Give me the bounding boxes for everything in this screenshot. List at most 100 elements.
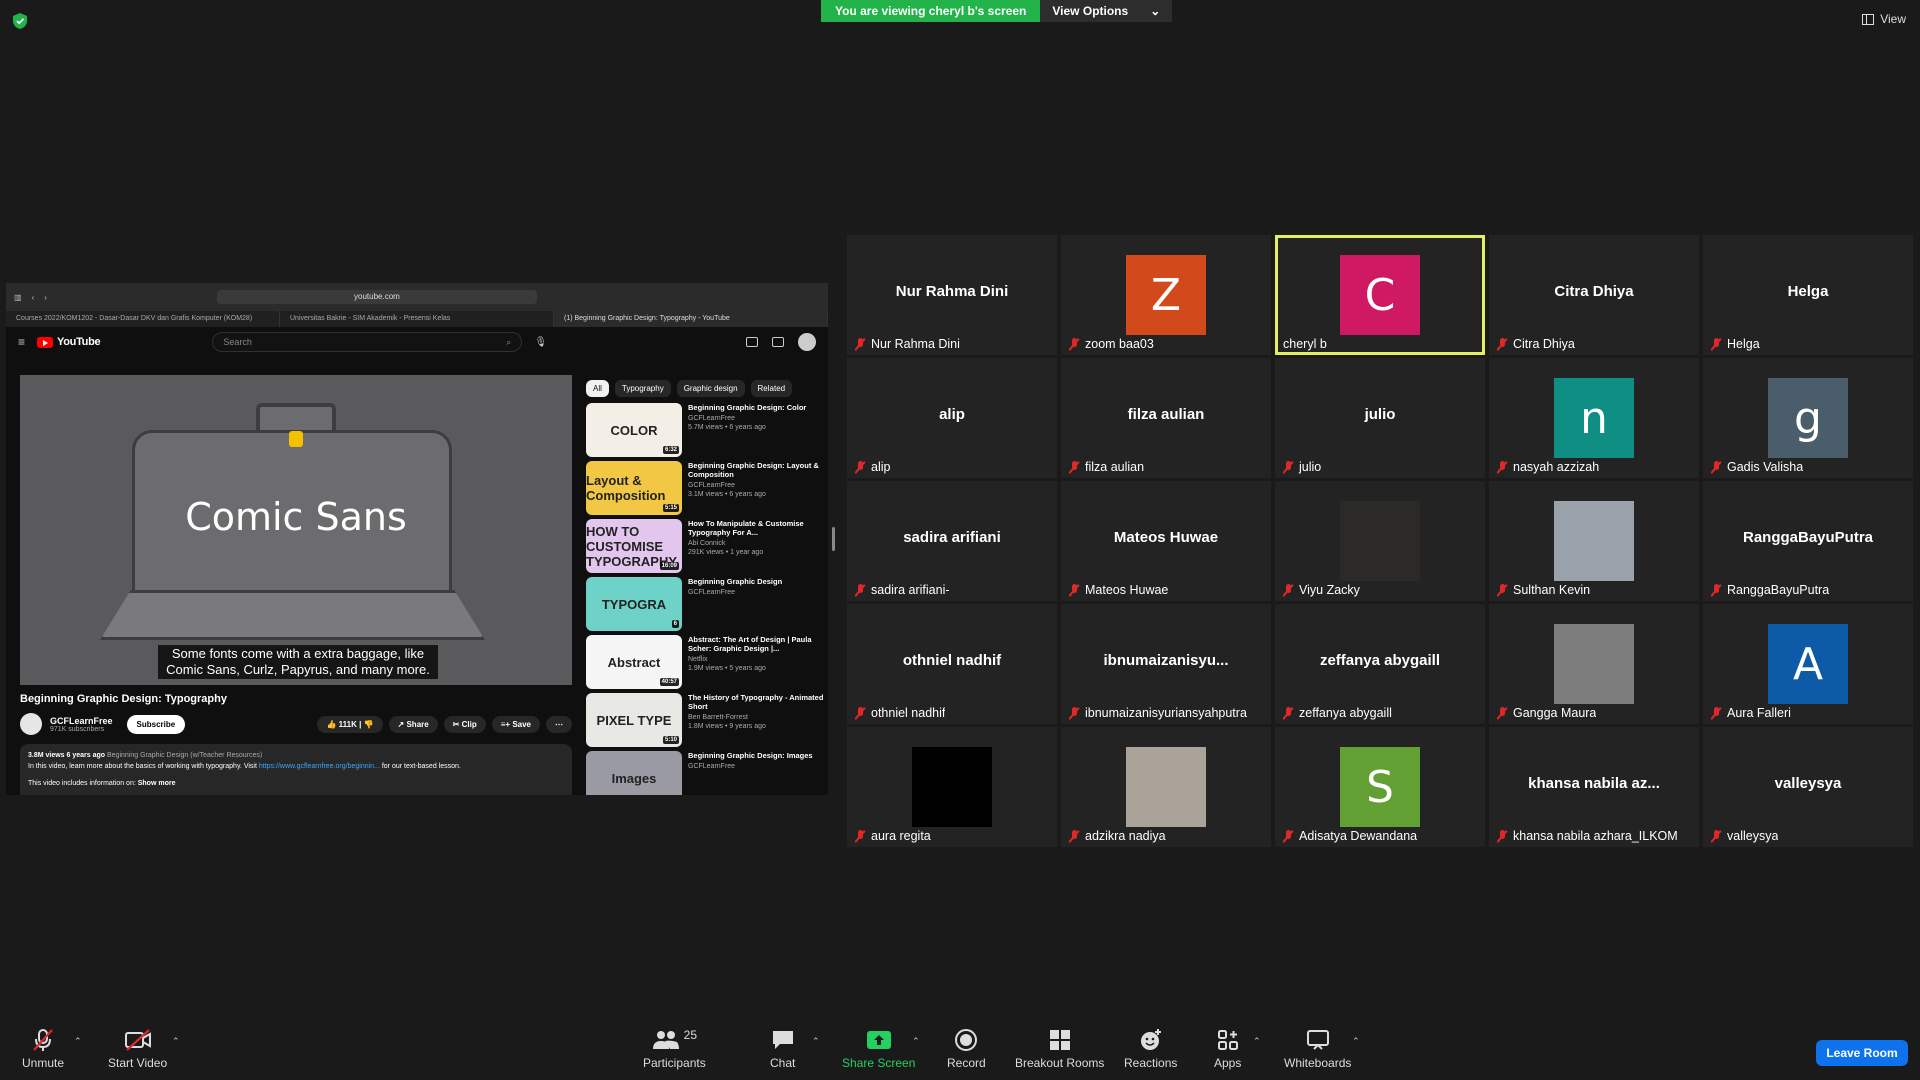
back-icon[interactable]: ‹ bbox=[32, 293, 35, 302]
reactions-button[interactable]: Reactions bbox=[1124, 1028, 1177, 1070]
channel-name[interactable]: GCFLearnFree bbox=[50, 716, 113, 726]
channel-avatar[interactable] bbox=[20, 713, 42, 735]
participant-tile[interactable]: filza aulian filza aulian bbox=[1061, 358, 1271, 478]
recommendation-title[interactable]: Beginning Graphic Design: Images bbox=[688, 751, 813, 760]
participant-tile[interactable]: Gangga Maura bbox=[1489, 604, 1699, 724]
clip-button[interactable]: ✂ Clip bbox=[443, 715, 486, 733]
participant-tile[interactable]: alip alip bbox=[847, 358, 1057, 478]
participant-tile[interactable]: Mateos Huwae Mateos Huwae bbox=[1061, 481, 1271, 601]
desc-playlist[interactable]: Beginning Graphic Design (w/Teacher Reso… bbox=[107, 752, 262, 759]
share-button[interactable]: ↗ Share bbox=[388, 715, 438, 733]
whiteboards-options-caret[interactable]: ⌃ bbox=[1352, 1036, 1360, 1047]
leave-room-button[interactable]: Leave Room bbox=[1816, 1040, 1908, 1066]
chat-options-caret[interactable]: ⌃ bbox=[812, 1036, 820, 1047]
recommendation-item[interactable]: PIXEL TYPE 5:10 The History of Typography … bbox=[586, 693, 826, 750]
recommendation-title[interactable]: Beginning Graphic Design: Color bbox=[688, 403, 806, 412]
breakout-rooms-button[interactable]: Breakout Rooms bbox=[1015, 1028, 1104, 1070]
microphone-icon[interactable]: 🎙 bbox=[534, 337, 547, 348]
sidebar-toggle-icon[interactable]: ▥ bbox=[14, 293, 22, 302]
participant-tile[interactable]: g Gadis Valisha bbox=[1703, 358, 1913, 478]
create-icon[interactable] bbox=[746, 337, 758, 347]
participant-tile[interactable]: adzikra nadiya bbox=[1061, 727, 1271, 847]
unmute-button[interactable]: Unmute bbox=[22, 1028, 64, 1070]
youtube-search-input[interactable]: Search ⌕ bbox=[212, 332, 523, 352]
filter-chip[interactable]: Graphic design bbox=[676, 380, 745, 397]
browser-tab[interactable]: Universitas Bakrie - SIM Akademik - Pres… bbox=[280, 311, 554, 327]
participant-tile[interactable]: julio julio bbox=[1275, 358, 1485, 478]
whiteboards-button[interactable]: Whiteboards bbox=[1284, 1028, 1351, 1070]
recommendation-title[interactable]: The History of Typography - Animated Sho… bbox=[688, 693, 826, 711]
menu-icon[interactable]: ≡ bbox=[18, 335, 25, 349]
apps-options-caret[interactable]: ⌃ bbox=[1253, 1036, 1261, 1047]
recommendation-thumbnail[interactable]: PIXEL TYPE 5:10 bbox=[586, 693, 682, 747]
recommendation-title[interactable]: Abstract: The Art of Design | Paula Sche… bbox=[688, 635, 826, 653]
participant-tile[interactable]: Zzoom baa03 bbox=[1061, 235, 1271, 355]
share-options-caret[interactable]: ⌃ bbox=[912, 1036, 920, 1047]
recommendation-thumbnail[interactable]: TYPOGRA 6 bbox=[586, 577, 682, 631]
participant-tile[interactable]: othniel nadhif othniel nadhif bbox=[847, 604, 1057, 724]
participant-tile[interactable]: A Aura Falleri bbox=[1703, 604, 1913, 724]
subscribe-button[interactable]: Subscribe bbox=[126, 714, 186, 734]
recommendation-title[interactable]: How To Manipulate & Customise Typography… bbox=[688, 519, 826, 537]
participant-tile[interactable]: Viyu Zacky bbox=[1275, 481, 1485, 601]
apps-button[interactable]: Apps bbox=[1214, 1028, 1241, 1070]
browser-tab-active[interactable]: (1) Beginning Graphic Design: Typography… bbox=[554, 311, 828, 327]
recommendation-thumbnail[interactable]: Layout & Composition 5:15 bbox=[586, 461, 682, 515]
participant-tile[interactable]: S Adisatya Dewandana bbox=[1275, 727, 1485, 847]
address-bar[interactable]: youtube.com bbox=[216, 290, 537, 304]
recommendation-item[interactable]: Abstract 40:57 Abstract: The Art of Design… bbox=[586, 635, 826, 692]
view-options-button[interactable]: View Options ⌄ bbox=[1040, 0, 1173, 22]
video-player[interactable]: Comic Sans Some fonts come with a extra … bbox=[20, 375, 572, 685]
recommendation-title[interactable]: Beginning Graphic Design bbox=[688, 577, 782, 586]
notifications-icon[interactable] bbox=[772, 337, 784, 347]
share-screen-button[interactable]: Share Screen bbox=[842, 1028, 915, 1070]
participant-tile[interactable]: valleysya valleysya bbox=[1703, 727, 1913, 847]
participant-tile[interactable]: ibnumaizanisyu... ibnumaizanisyuriansyahp… bbox=[1061, 604, 1271, 724]
show-more-link[interactable]: Show more bbox=[138, 780, 176, 787]
chat-button[interactable]: Chat bbox=[770, 1028, 795, 1070]
participant-tile[interactable]: Ccheryl b bbox=[1275, 235, 1485, 355]
participant-tile[interactable]: aura regita bbox=[847, 727, 1057, 847]
participant-tile[interactable]: zeffanya abygaill zeffanya abygaill bbox=[1275, 604, 1485, 724]
start-video-button[interactable]: Start Video bbox=[108, 1028, 167, 1070]
video-options-caret[interactable]: ⌃ bbox=[172, 1036, 180, 1047]
participant-tile[interactable]: khansa nabila az... khansa nabila azhara_… bbox=[1489, 727, 1699, 847]
participant-tile[interactable]: Helga Helga bbox=[1703, 235, 1913, 355]
recommendation-item[interactable]: COLOR 6:32 Beginning Graphic Design: Color… bbox=[586, 403, 826, 460]
youtube-logo[interactable]: YouTube bbox=[37, 336, 101, 348]
participant-tile[interactable]: n nasyah azzizah bbox=[1489, 358, 1699, 478]
recommendation-thumbnail[interactable]: Images bbox=[586, 751, 682, 795]
participants-button[interactable]: 25 Participants bbox=[643, 1028, 706, 1070]
filter-chip[interactable]: Typography bbox=[614, 380, 671, 397]
recommendation-item[interactable]: HOW TO CUSTOMISE TYPOGRAPHY 16:09 How To M… bbox=[586, 519, 826, 576]
split-divider-handle[interactable] bbox=[832, 527, 835, 551]
participant-tile[interactable]: RanggaBayuPutra RanggaBayuPutra bbox=[1703, 481, 1913, 601]
recommendation-title[interactable]: Beginning Graphic Design: Layout & Compo… bbox=[688, 461, 826, 479]
recommendation-item[interactable]: Images Beginning Graphic Design: Images GC… bbox=[586, 751, 826, 795]
participant-tile[interactable]: Nur Rahma Dini Nur Rahma Dini bbox=[847, 235, 1057, 355]
browser-tab[interactable]: Courses 2022/KOM1202 - Dasar-Dasar DKV d… bbox=[6, 311, 280, 327]
filter-chip[interactable]: All bbox=[586, 380, 609, 397]
recommendation-thumbnail[interactable]: COLOR 6:32 bbox=[586, 403, 682, 457]
record-button[interactable]: Record bbox=[947, 1028, 986, 1070]
audio-options-caret[interactable]: ⌃ bbox=[74, 1036, 82, 1047]
desc-link[interactable]: https://www.gcflearnfree.org/beginnin... bbox=[259, 763, 380, 770]
video-description[interactable]: 3.8M views 6 years ago Beginning Graphic… bbox=[20, 744, 572, 795]
shared-screen[interactable]: ▥ ‹ › youtube.com Courses 2022/KOM1202 -… bbox=[6, 283, 828, 795]
participant-tile[interactable]: Citra Dhiya Citra Dhiya bbox=[1489, 235, 1699, 355]
search-icon[interactable]: ⌕ bbox=[506, 337, 511, 347]
participant-tile[interactable]: sadira arifiani sadira arifiani- bbox=[847, 481, 1057, 601]
forward-icon[interactable]: › bbox=[44, 293, 47, 302]
save-button[interactable]: ≡+ Save bbox=[491, 715, 540, 733]
filter-chip[interactable]: Related bbox=[750, 380, 793, 397]
recommendation-item[interactable]: TYPOGRA 6 Beginning Graphic Design GCFLearn… bbox=[586, 577, 826, 634]
recommendation-thumbnail[interactable]: HOW TO CUSTOMISE TYPOGRAPHY 16:09 bbox=[586, 519, 682, 573]
like-button[interactable]: 👍 111K | 👎 bbox=[317, 715, 383, 733]
more-icon[interactable]: ⋯ bbox=[546, 715, 572, 733]
security-shield-icon[interactable] bbox=[12, 12, 28, 30]
recommendation-thumbnail[interactable]: Abstract 40:57 bbox=[586, 635, 682, 689]
participant-tile[interactable]: Sulthan Kevin bbox=[1489, 481, 1699, 601]
recommendation-item[interactable]: Layout & Composition 5:15 Beginning Graphi… bbox=[586, 461, 826, 518]
view-button[interactable]: View bbox=[1862, 12, 1906, 26]
account-avatar[interactable] bbox=[798, 333, 816, 351]
